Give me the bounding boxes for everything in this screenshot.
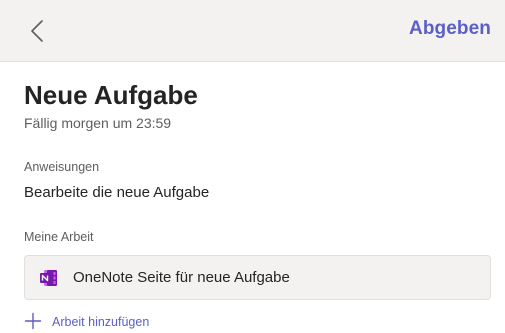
- instructions-label: Anweisungen: [24, 160, 100, 174]
- work-item-onenote[interactable]: OneNote Seite für neue Aufgabe: [24, 255, 491, 300]
- submit-button[interactable]: Abgeben: [409, 18, 491, 40]
- chevron-left-icon: [31, 20, 43, 42]
- onenote-icon: [40, 270, 57, 286]
- plus-icon: [24, 312, 42, 330]
- due-date: Fällig morgen um 23:59: [24, 115, 172, 131]
- instructions-text: Bearbeite die neue Aufgabe: [24, 184, 210, 201]
- assignment-page: Abgeben Neue Aufgabe Fällig morgen um 23…: [0, 0, 505, 333]
- add-work-label: Arbeit hinzufügen: [52, 315, 150, 329]
- page-title: Neue Aufgabe: [24, 80, 198, 110]
- back-button[interactable]: [24, 16, 54, 46]
- my-work-label: Meine Arbeit: [24, 230, 94, 244]
- work-item-label: OneNote Seite für neue Aufgabe: [73, 269, 290, 286]
- top-bar: Abgeben: [0, 0, 505, 62]
